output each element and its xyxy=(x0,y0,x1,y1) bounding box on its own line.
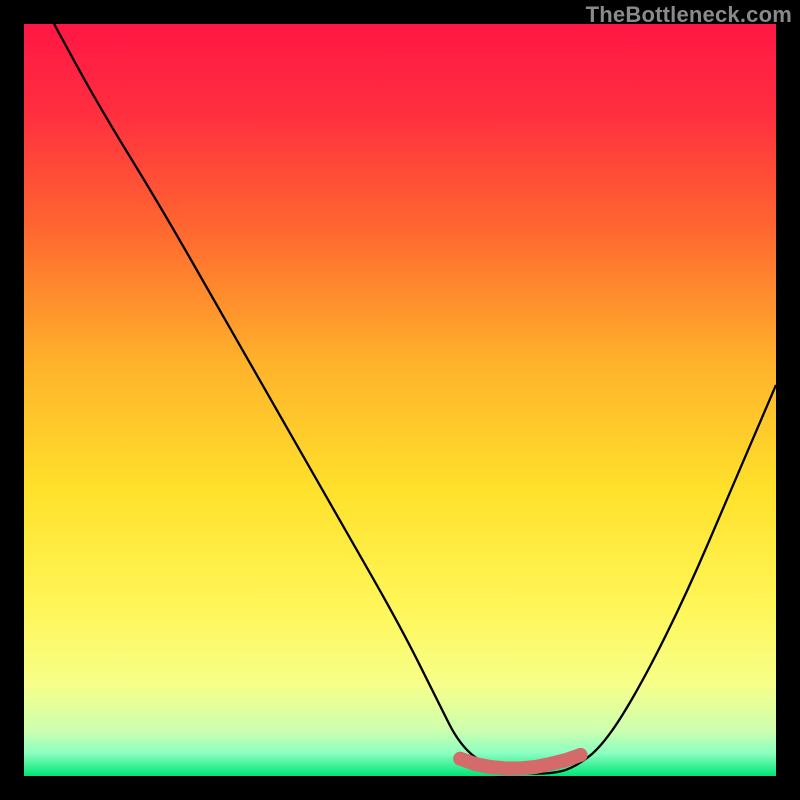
attribution-label: TheBottleneck.com xyxy=(586,2,792,28)
bottleneck-curve xyxy=(54,24,776,774)
plot-area xyxy=(24,24,776,776)
curve-layer xyxy=(24,24,776,776)
chart-container: TheBottleneck.com xyxy=(0,0,800,800)
optimal-zone-markers xyxy=(460,755,580,769)
optimal-dot xyxy=(573,748,587,762)
